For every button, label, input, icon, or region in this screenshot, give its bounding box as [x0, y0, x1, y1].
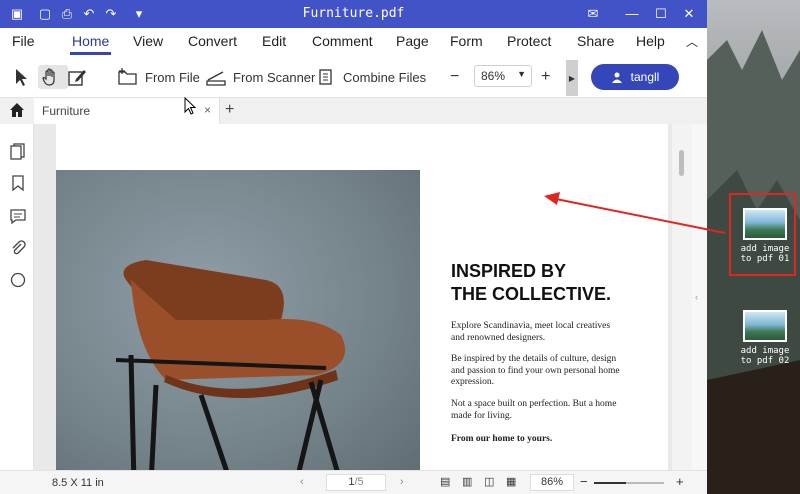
right-panel-strip: ‹ — [692, 124, 707, 470]
home-icon[interactable] — [9, 102, 25, 123]
status-zoom-field[interactable]: 86% — [530, 474, 574, 491]
paragraph-2: Be inspired by the details of culture, d… — [451, 354, 620, 387]
combine-files-button[interactable]: Combine Files — [317, 65, 426, 89]
tab-close-icon[interactable]: × — [204, 103, 211, 117]
new-tab-button[interactable]: + — [225, 101, 234, 119]
mouse-cursor-icon — [184, 97, 197, 115]
search-icon[interactable] — [9, 271, 27, 289]
status-zoom-in-button[interactable]: + — [676, 474, 684, 489]
ribbon-toolbar: From File From Scanner Combine Files − 8… — [0, 58, 707, 98]
status-zoom-out-button[interactable]: − — [580, 474, 588, 489]
menu-help[interactable]: Help — [636, 33, 665, 49]
scrollbar-thumb[interactable] — [679, 150, 684, 176]
menu-form[interactable]: Form — [450, 33, 483, 49]
menu-home[interactable]: Home — [69, 33, 112, 55]
from-scanner-label: From Scanner — [233, 69, 316, 85]
hand-tool-icon[interactable] — [38, 65, 68, 89]
zoom-select[interactable]: 86% ▼ — [474, 65, 532, 87]
select-tool-icon[interactable] — [12, 65, 38, 89]
maximize-icon[interactable]: ☐ — [652, 5, 670, 23]
zoom-slider-fill — [594, 482, 626, 484]
prev-page-icon[interactable]: ‹ — [300, 476, 304, 488]
from-scanner-button[interactable]: From Scanner — [205, 65, 315, 89]
pdf-page: INSPIRED BY THE COLLECTIVE. Explore Scan… — [56, 124, 668, 470]
paragraph-4: From our home to yours. — [451, 434, 553, 444]
combine-files-label: Combine Files — [343, 69, 427, 85]
zoom-value: 86% — [481, 69, 506, 83]
pdf-editor-window: ▣ ▢ ⎙ ↶ ↷ ▾ Furniture.pdf ✉ — ☐ ✕ File H… — [0, 0, 707, 494]
scanner-icon — [206, 71, 226, 86]
menu-convert[interactable]: Convert — [188, 33, 237, 49]
toolbar-expand-icon[interactable]: ▶ — [566, 60, 578, 96]
zoom-slider[interactable] — [594, 482, 664, 484]
from-file-label: From File — [145, 69, 200, 85]
menu-share[interactable]: Share — [577, 33, 614, 49]
next-page-icon[interactable]: › — [400, 476, 404, 488]
desktop-file-label: add image to pdf 02 — [740, 346, 790, 366]
single-page-view-icon[interactable]: ▤ — [440, 475, 450, 488]
grid-view-icon[interactable]: ▦ — [506, 475, 516, 488]
menu-protect[interactable]: Protect — [507, 33, 551, 49]
zoom-out-button[interactable]: − — [450, 65, 459, 89]
mail-icon[interactable]: ✉ — [584, 5, 602, 23]
edit-tool-icon[interactable] — [67, 65, 93, 89]
selection-highlight — [729, 193, 796, 276]
document-heading: INSPIRED BY THE COLLECTIVE. — [451, 261, 612, 304]
close-icon[interactable]: ✕ — [680, 5, 698, 23]
menu-file[interactable]: File — [12, 33, 35, 49]
tab-label: Furniture — [42, 104, 91, 118]
collapse-right-panel-icon[interactable]: ‹ — [695, 292, 698, 302]
user-icon — [611, 72, 622, 83]
paragraph-1: Explore Scandinavia, meet local creative… — [451, 321, 611, 343]
comment-icon[interactable] — [9, 207, 27, 225]
image-thumbnail-icon — [743, 310, 787, 342]
title-bar: ▣ ▢ ⎙ ↶ ↷ ▾ Furniture.pdf ✉ — ☐ ✕ — [0, 0, 707, 28]
vertical-scrollbar[interactable] — [672, 124, 692, 470]
desktop-file-icon-2[interactable]: add image to pdf 02 — [735, 310, 795, 366]
zoom-in-button[interactable]: + — [541, 65, 550, 89]
left-side-panel: › — [0, 124, 40, 470]
menu-page[interactable]: Page — [396, 33, 429, 49]
two-page-view-icon[interactable]: ◫ — [484, 475, 494, 488]
paragraph-3: Not a space built on perfection. But a h… — [451, 399, 617, 421]
minimize-icon[interactable]: — — [623, 5, 641, 23]
menu-edit[interactable]: Edit — [262, 33, 286, 49]
chair-photo — [56, 170, 420, 470]
document-tab-bar: Furniture × + — [0, 98, 707, 124]
folder-plus-icon — [118, 68, 137, 85]
attachment-icon[interactable] — [9, 239, 27, 257]
user-name: tangll — [630, 70, 660, 84]
collapse-ribbon-icon[interactable]: ︿ — [686, 33, 698, 50]
page-size-label: 8.5 X 11 in — [52, 477, 104, 489]
bookmark-icon[interactable] — [9, 174, 27, 192]
pages-thumbnail-icon[interactable] — [9, 142, 27, 160]
status-bar: 8.5 X 11 in ‹ 1/5 › ▤ ▥ ◫ ▦ 86% − + — [0, 470, 707, 494]
continuous-view-icon[interactable]: ▥ — [462, 475, 472, 488]
combine-files-icon — [319, 69, 332, 85]
chevron-down-icon: ▼ — [517, 69, 526, 79]
document-viewer[interactable]: INSPIRED BY THE COLLECTIVE. Explore Scan… — [34, 124, 694, 470]
menu-comment[interactable]: Comment — [312, 33, 373, 49]
page-number-field[interactable]: 1/5 — [326, 474, 386, 491]
menu-bar: File Home View Convert Edit Comment Page… — [0, 28, 707, 58]
user-account-button[interactable]: tangll — [591, 64, 679, 90]
from-file-button[interactable]: From File — [117, 65, 200, 89]
menu-view[interactable]: View — [133, 33, 163, 49]
